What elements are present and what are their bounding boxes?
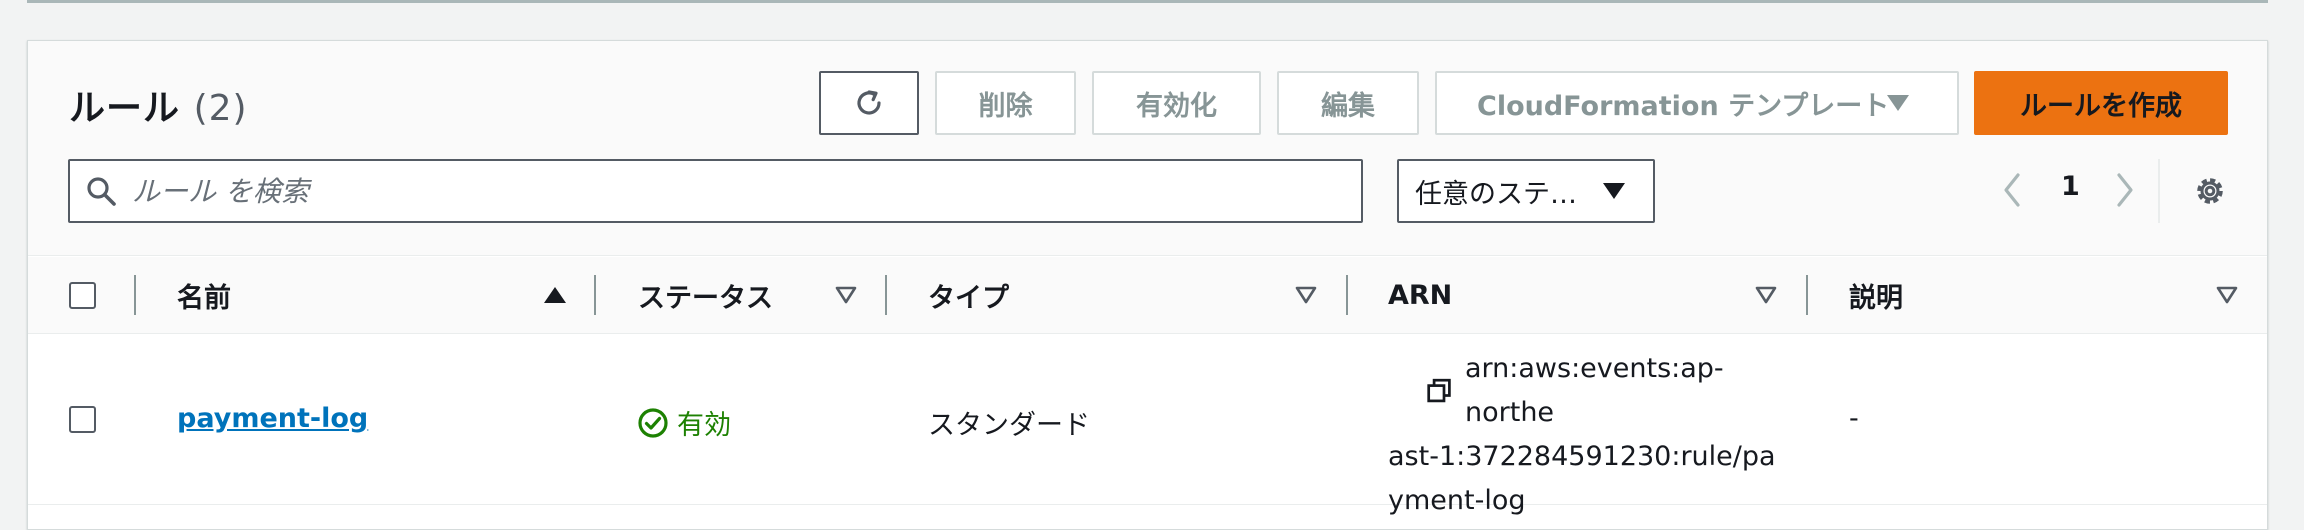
status-text: 有効 xyxy=(677,410,731,441)
refresh-icon xyxy=(857,90,881,115)
caret-down-icon xyxy=(1887,95,1909,111)
column-divider xyxy=(594,275,596,315)
status-filter-select[interactable]: 任意のステ… xyxy=(1397,159,1655,223)
column-header-status[interactable]: ステータス xyxy=(638,257,773,334)
arn-line-1: arn:aws:events:ap-northe xyxy=(1465,353,1724,428)
gear-icon[interactable] xyxy=(2192,173,2228,209)
sort-desc-icon[interactable] xyxy=(835,286,857,304)
page-title: ルール (2) xyxy=(69,79,248,131)
table-row: payment-log 有効 スタンダード arn:aws:events:ap-… xyxy=(28,335,2267,516)
arn-line-3: yment-log xyxy=(1388,485,1526,516)
column-header-description[interactable]: 説明 xyxy=(1849,257,1903,334)
pager-divider xyxy=(2158,159,2160,223)
status-filter-value: 任意のステ… xyxy=(1415,178,1577,210)
enable-button[interactable]: 有効化 xyxy=(1092,71,1261,135)
sort-desc-icon[interactable] xyxy=(1295,286,1317,304)
select-all-checkbox[interactable] xyxy=(69,282,96,309)
arn-cell: arn:aws:events:ap-northe ast-1:372284591… xyxy=(1388,347,1778,523)
column-divider xyxy=(134,275,136,315)
type-cell: スタンダード xyxy=(928,410,1090,441)
column-header-type[interactable]: タイプ xyxy=(928,257,1009,334)
caret-down-icon xyxy=(1603,183,1625,199)
column-divider xyxy=(1806,275,1808,315)
column-header-name[interactable]: 名前 xyxy=(177,257,231,334)
search-icon xyxy=(87,177,116,206)
chevron-right-icon[interactable] xyxy=(2113,171,2137,209)
top-divider xyxy=(27,0,2268,3)
create-rule-button[interactable]: ルールを作成 xyxy=(1974,71,2228,135)
table-header-row: 名前 ステータス タイプ ARN 説明 xyxy=(28,257,2267,334)
title-text: ルール xyxy=(69,88,181,129)
search-field[interactable] xyxy=(68,159,1363,223)
description-cell: - xyxy=(1849,403,1859,434)
copy-icon[interactable] xyxy=(1426,376,1453,406)
cfn-label: CloudFormation テンプレート xyxy=(1477,90,1890,122)
rule-count: (2) xyxy=(193,88,248,129)
row-checkbox[interactable] xyxy=(69,406,96,433)
sort-desc-icon[interactable] xyxy=(2216,286,2238,304)
page-number[interactable]: 1 xyxy=(2061,171,2080,202)
delete-button[interactable]: 削除 xyxy=(935,71,1076,135)
column-header-arn[interactable]: ARN xyxy=(1388,257,1452,334)
sort-desc-icon[interactable] xyxy=(1755,286,1777,304)
table-header-area: ルール (2) 削除 有効化 編集 CloudFormation テンプレート … xyxy=(28,41,2267,256)
chevron-left-icon[interactable] xyxy=(2000,171,2024,209)
refresh-button[interactable] xyxy=(819,71,919,135)
cloudformation-template-button[interactable]: CloudFormation テンプレート xyxy=(1435,71,1959,135)
sort-asc-icon[interactable] xyxy=(544,286,566,304)
status-cell: 有効 xyxy=(637,403,731,442)
edit-button[interactable]: 編集 xyxy=(1277,71,1419,135)
column-divider xyxy=(1346,275,1348,315)
rules-table-container: ルール (2) 削除 有効化 編集 CloudFormation テンプレート … xyxy=(27,40,2268,530)
status-ok-icon xyxy=(638,407,668,438)
search-input[interactable] xyxy=(132,169,1332,213)
column-divider xyxy=(885,275,887,315)
rule-name-link[interactable]: payment-log xyxy=(177,403,368,434)
arn-line-2: ast-1:372284591230:rule/pa xyxy=(1388,441,1776,472)
